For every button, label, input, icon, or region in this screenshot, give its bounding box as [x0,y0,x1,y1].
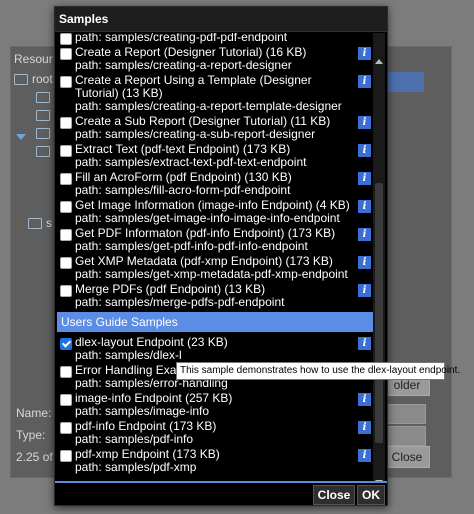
folder-icon [36,146,50,158]
info-icon[interactable]: i [358,144,371,157]
sample-path: path: samples/extract-text-pdf-text-endp… [75,155,307,169]
ok-button[interactable]: OK [357,485,385,505]
info-icon[interactable]: i [358,256,371,269]
checkbox-icon[interactable] [60,48,72,60]
sample-path: path: samples/creating-a-report-designer [75,58,292,72]
sample-path: path: samples/merge-pdfs-pdf-endpoint [75,295,285,309]
scroll-up-icon[interactable] [375,59,383,64]
info-icon[interactable]: i [358,393,371,406]
checkbox-icon[interactable] [60,173,72,185]
sample-path: path: samples/pdf-info [75,432,194,446]
sample-path: path: samples/get-image-info-image-info-… [75,211,340,225]
tree-root-label: root [32,72,53,86]
folder-icon [36,92,50,104]
info-icon[interactable]: i [358,337,371,350]
samples-list[interactable]: path: samples/creating-pdf-pdf-endpoint C… [57,33,373,485]
resources-label: Resour [14,52,53,66]
sample-title: Create a Report Using a Template (Design… [75,73,312,100]
info-icon[interactable]: i [358,449,371,462]
close-button[interactable]: Close [313,485,355,505]
info-icon[interactable]: i [358,75,371,88]
samples-dialog: Samples path: samples/creating-pdf-pdf-e… [54,6,388,506]
type-label: Type: [16,428,46,442]
sample-path: path: samples/creating-a-sub-report-desi… [75,127,316,141]
folder-icon [28,218,42,230]
tree-item-label: s [46,216,52,230]
info-icon[interactable]: i [358,421,371,434]
folder-icon [36,110,50,122]
sample-path: path: samples/get-xmp-metadata-pdf-xmp-e… [75,267,348,281]
sample-path: path: samples/dlex-l [75,348,182,362]
checkbox-icon[interactable] [60,117,72,129]
list-item[interactable]: Get Image Information (image-info Endpoi… [57,199,373,225]
checkbox-icon[interactable] [60,285,72,297]
checkbox-icon[interactable] [60,450,72,462]
scrollbar[interactable] [373,33,385,487]
list-item[interactable]: Create a Report (Designer Tutorial) (16 … [57,46,373,72]
checkbox-icon[interactable] [60,338,72,350]
folder-icon [36,128,50,140]
checkbox-icon[interactable] [60,366,72,378]
name-label: Name: [16,406,52,420]
scrollbar-thumb[interactable] [375,183,383,443]
background-close-button[interactable]: Close [384,446,430,468]
sample-path: path: samples/fill-acro-form-pdf-endpoin… [75,183,291,197]
checkbox-icon[interactable] [60,394,72,406]
sample-path: path: samples/image-info [75,404,210,418]
list-item[interactable]: Get XMP Metadata (pdf-xmp Endpoint) (173… [57,255,373,281]
info-icon[interactable]: i [358,172,371,185]
info-icon[interactable]: i [358,284,371,297]
checkbox-icon[interactable] [60,33,72,45]
checkbox-icon[interactable] [60,229,72,241]
list-item[interactable]: Merge PDFs (pdf Endpoint) (13 KB) path: s… [57,283,373,309]
checkbox-icon[interactable] [60,257,72,269]
list-item[interactable]: Fill an AcroForm (pdf Endpoint) (130 KB)… [57,171,373,197]
list-item[interactable]: Get PDF Informaton (pdf-info Endpoint) (… [57,227,373,253]
section-header: Users Guide Samples [57,312,373,332]
dialog-title: Samples [55,7,387,32]
list-item[interactable]: pdf-info Endpoint (173 KB) path: samples/… [57,420,373,446]
samples-list-content: path: samples/creating-pdf-pdf-endpoint C… [57,33,373,476]
checkbox-icon[interactable] [60,76,72,88]
list-item[interactable]: path: samples/creating-pdf-pdf-endpoint [57,33,373,45]
info-icon[interactable]: i [358,200,371,213]
tree-expand-icon[interactable] [16,134,26,140]
checkbox-icon[interactable] [60,422,72,434]
checkbox-icon[interactable] [60,145,72,157]
list-item[interactable]: pdf-xmp Endpoint (173 KB) path: samples/p… [57,448,373,474]
dialog-footer: Close OK [55,481,387,505]
info-icon[interactable]: i [358,228,371,241]
sample-path: path: samples/get-pdf-info-pdf-info-endp… [75,239,308,253]
list-item[interactable]: Extract Text (pdf-text Endpoint) (173 KB… [57,143,373,169]
tooltip: This sample demonstrates how to use the … [176,362,460,380]
list-item[interactable]: dlex-layout Endpoint (23 KB) path: sample… [57,336,373,362]
checkbox-icon[interactable] [60,201,72,213]
sample-path: path: samples/creating-a-report-template… [75,99,342,113]
size-text: 2.25 of [16,450,53,464]
folder-icon [14,74,28,86]
list-item[interactable]: Create a Report Using a Template (Design… [57,74,373,113]
list-item[interactable]: Create a Sub Report (Designer Tutorial) … [57,115,373,141]
sample-path: path: samples/pdf-xmp [75,460,197,474]
sample-path: path: samples/creating-pdf-pdf-endpoint [75,33,288,44]
list-item[interactable]: image-info Endpoint (257 KB) path: sample… [57,392,373,418]
info-icon[interactable]: i [358,116,371,129]
info-icon[interactable]: i [358,47,371,60]
